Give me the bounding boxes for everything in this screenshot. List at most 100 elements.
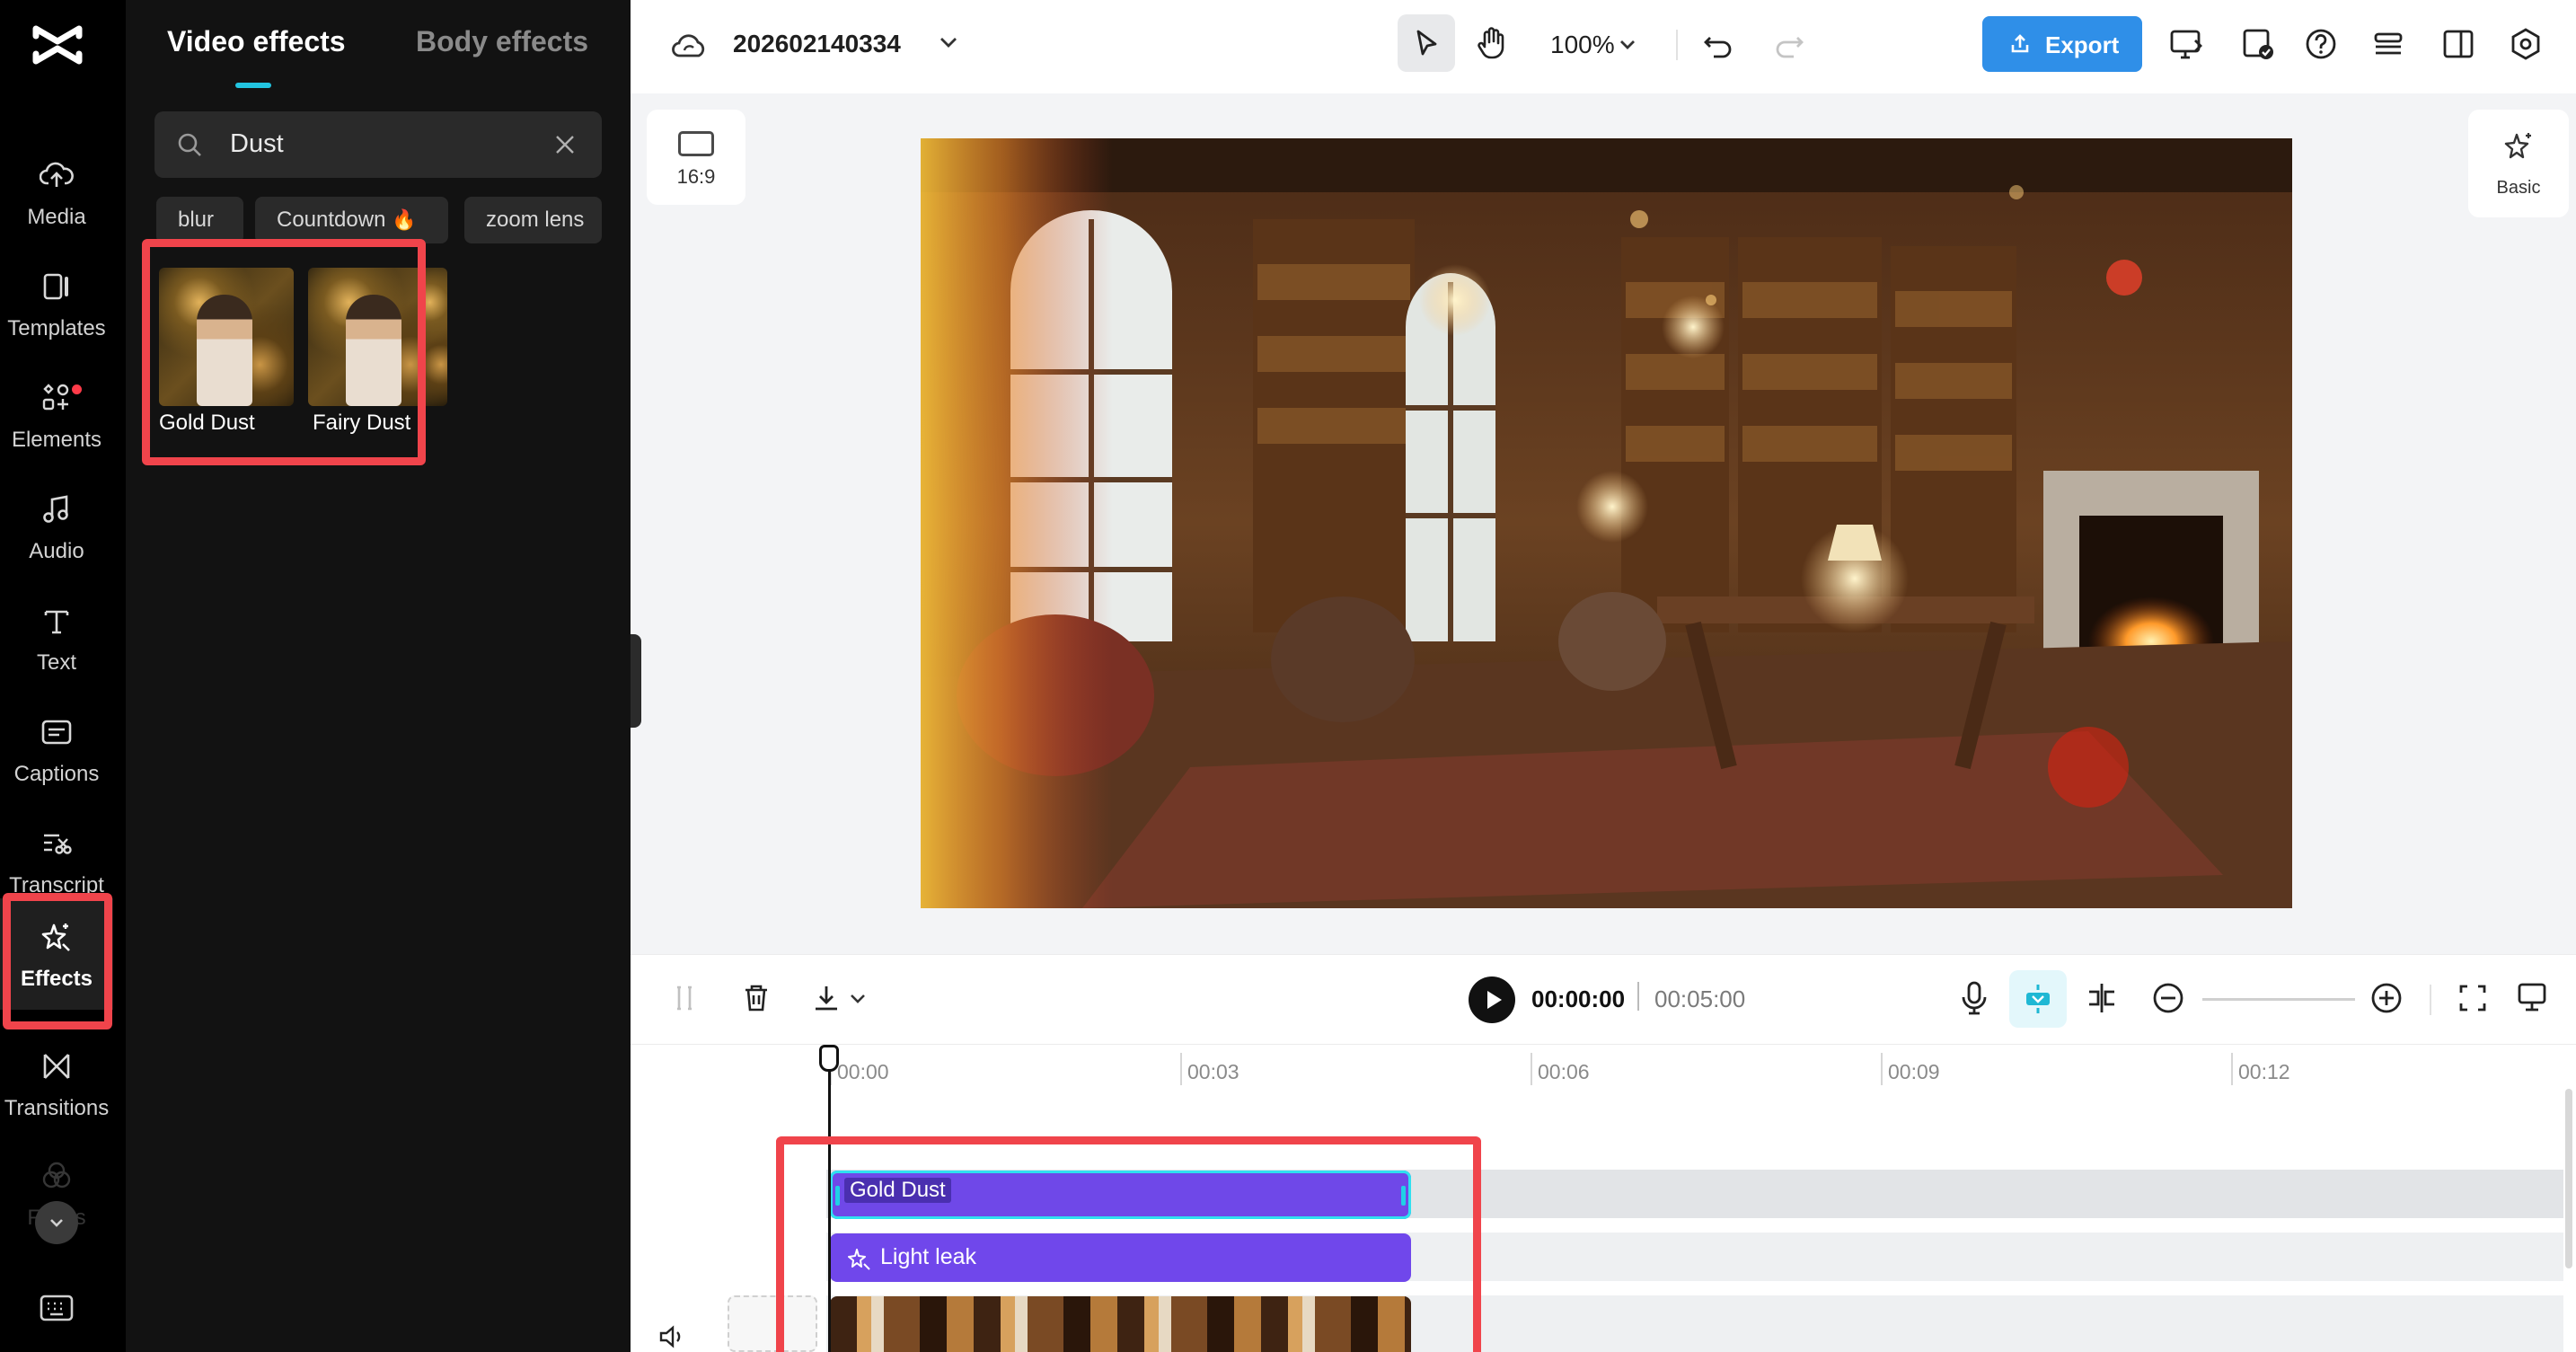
comment-screen-icon[interactable] [2515, 980, 2549, 1014]
ruler-label: 00:03 [1187, 1060, 1239, 1083]
rail-expand-button[interactable] [35, 1201, 78, 1244]
chevron-down-icon [50, 1219, 63, 1227]
total-duration: 00:05:00 [1654, 985, 1746, 1012]
ruler-label: 00:09 [1888, 1060, 1940, 1083]
export-button[interactable]: Export [1982, 16, 2142, 72]
active-tab-indicator [235, 83, 271, 88]
layers-stack-icon[interactable] [2371, 27, 2405, 61]
chip-blur[interactable]: blur [156, 197, 243, 243]
ruler-label: 00:06 [1538, 1060, 1590, 1083]
templates-icon [43, 273, 68, 300]
chip-zoom-lens[interactable]: zoom lens [464, 197, 602, 243]
fire-icon: 🔥 [392, 208, 417, 231]
aspect-ratio-button[interactable]: 16:9 [647, 110, 745, 205]
chip-label: Countdown [277, 208, 386, 232]
ruler-label: 00:00 [837, 1060, 889, 1083]
cloud-sync-icon[interactable] [671, 29, 707, 65]
timeline-scrollbar[interactable] [2565, 1089, 2572, 1268]
project-name[interactable]: 202602140334 [733, 30, 901, 58]
tab-body-effects[interactable]: Body effects [416, 25, 588, 58]
split-align-icon[interactable] [2084, 980, 2120, 1016]
ruler-tick [1531, 1053, 1532, 1085]
magnet-snap-icon[interactable] [2021, 982, 2055, 1016]
search-input-value[interactable]: Dust [230, 129, 284, 159]
select-pointer-icon[interactable] [1410, 27, 1442, 59]
rail-label-captions: Captions [13, 762, 100, 786]
rail-label-elements: Elements [11, 428, 102, 452]
video-preview[interactable] [921, 138, 2292, 908]
rail-label-text: Text [36, 650, 76, 675]
current-time: 00:00:00 [1531, 985, 1626, 1012]
music-note-icon [43, 495, 68, 523]
rail-item-captions[interactable]: Captions [0, 694, 113, 805]
panel-collapse-handle[interactable] [631, 634, 641, 728]
highlight-effects-box [3, 893, 112, 1029]
time-divider [1637, 982, 1639, 1011]
export-label: Export [2045, 31, 2120, 58]
zoom-in-icon[interactable] [2369, 980, 2404, 1016]
text-T-icon [44, 610, 69, 634]
microphone-icon[interactable] [1958, 980, 1990, 1016]
basic-label: Basic [2496, 178, 2541, 198]
notification-dot [72, 384, 82, 394]
download-icon[interactable] [810, 982, 842, 1014]
fit-fullscreen-icon[interactable] [2457, 982, 2489, 1014]
volume-speaker-icon[interactable] [657, 1324, 686, 1349]
aspect-ratio-icon [678, 131, 714, 156]
highlight-timeline-box [776, 1136, 1481, 1352]
rail-item-elements[interactable]: Elements [0, 359, 113, 471]
settings-gear-icon[interactable] [2509, 27, 2543, 61]
present-screen-icon[interactable] [2168, 26, 2204, 62]
hand-pan-icon[interactable] [1475, 25, 1509, 61]
chip-countdown[interactable]: Countdown 🔥 [255, 197, 448, 243]
chevron-down-icon[interactable] [937, 31, 960, 54]
elements-icon [42, 384, 69, 411]
filters-circles-icon [42, 1162, 71, 1189]
split-clip-icon[interactable] [668, 982, 701, 1014]
highlight-results-box [142, 239, 426, 465]
cloud-upload-icon [40, 162, 74, 187]
delete-trash-icon[interactable] [740, 982, 772, 1014]
zoom-level[interactable]: 100% [1550, 31, 1615, 59]
chip-label: blur [178, 208, 215, 232]
play-icon [1487, 991, 1502, 1009]
review-check-icon[interactable] [2240, 26, 2276, 62]
chevron-down-icon[interactable] [1617, 34, 1638, 56]
redo-icon[interactable] [1772, 27, 1806, 61]
help-question-icon[interactable] [2304, 27, 2338, 61]
split-layout-icon[interactable] [2441, 27, 2475, 61]
divider [1676, 30, 1678, 60]
undo-icon[interactable] [1701, 27, 1735, 61]
rail-label-audio: Audio [29, 539, 84, 563]
zoom-out-icon[interactable] [2150, 980, 2186, 1016]
ruler-tick [1180, 1053, 1182, 1085]
tab-video-effects[interactable]: Video effects [167, 25, 346, 58]
ruler-tick [2231, 1053, 2233, 1085]
rail-item-audio[interactable]: Audio [0, 471, 113, 582]
divider [2430, 985, 2431, 1015]
chevron-down-icon[interactable] [848, 988, 868, 1008]
basic-properties-button[interactable]: Basic [2468, 110, 2569, 217]
sparkle-star-icon [2504, 133, 2531, 159]
library-scene-image [921, 138, 2292, 908]
rail-item-transitions[interactable]: Transitions [0, 1028, 113, 1139]
capcut-logo [32, 25, 83, 65]
effect-thumb-partial[interactable] [422, 268, 447, 406]
keyboard-shortcuts-icon[interactable] [39, 1293, 75, 1323]
ruler-label: 00:12 [2238, 1060, 2290, 1083]
rail-item-text[interactable]: Text [0, 582, 113, 694]
rail-label-media: Media [27, 205, 86, 229]
rail-label-transitions: Transitions [4, 1096, 110, 1120]
rail-item-templates[interactable]: Templates [0, 248, 113, 359]
effects-search-field[interactable]: Dust [154, 111, 602, 178]
timeline-zoom-slider[interactable] [2202, 998, 2355, 1001]
aspect-ratio-label: 16:9 [676, 165, 716, 188]
left-nav-rail: Media Templates Elements Audio Text Capt… [0, 0, 126, 1352]
play-button[interactable] [1469, 976, 1515, 1023]
chip-label: zoom lens [486, 208, 585, 232]
rail-item-media[interactable]: Media [0, 137, 113, 248]
search-icon [178, 133, 201, 156]
clear-search-icon[interactable] [553, 133, 577, 156]
playhead-handle[interactable] [819, 1045, 839, 1072]
ruler-tick [1881, 1053, 1883, 1085]
